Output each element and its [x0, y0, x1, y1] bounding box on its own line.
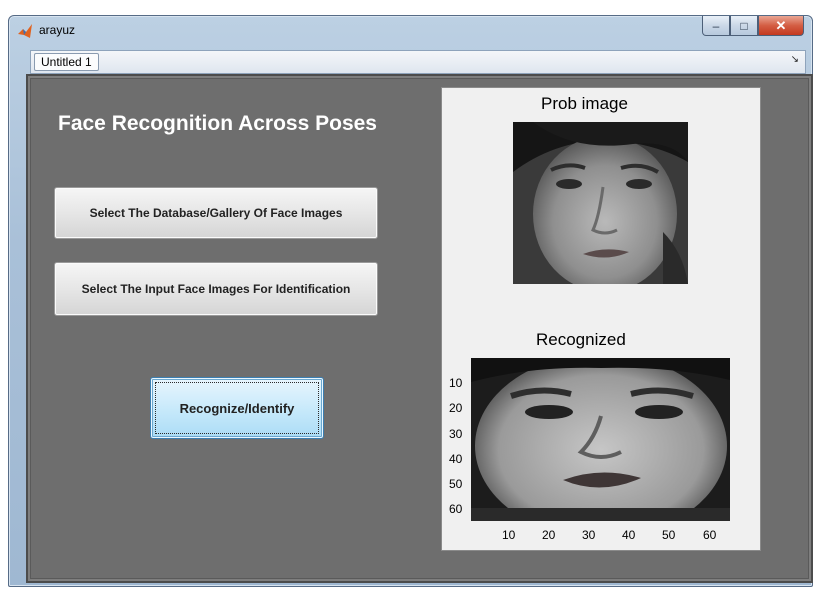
document-tab-strip: Untitled 1 ↘ [30, 50, 806, 74]
y-tick-label: 20 [449, 401, 463, 415]
x-tick-label: 40 [622, 528, 636, 542]
select-database-button[interactable]: Select The Database/Gallery Of Face Imag… [54, 187, 378, 239]
maximize-icon: □ [740, 18, 748, 33]
title-bar[interactable]: arayuz – □ ✕ [9, 16, 812, 46]
dock-arrow-icon[interactable]: ↘ [791, 54, 799, 65]
recognized-image-title: Recognized [536, 330, 626, 349]
x-tick-label: 10 [502, 528, 516, 542]
maximize-button[interactable]: □ [730, 16, 758, 36]
recognize-button[interactable]: Recognize/Identify [150, 377, 324, 439]
window-title: arayuz [39, 23, 76, 37]
y-tick-label: 40 [449, 452, 463, 466]
y-tick-label: 10 [449, 376, 463, 390]
probe-image-title: Prob image [541, 94, 628, 113]
tab-untitled-1[interactable]: Untitled 1 [34, 53, 99, 71]
x-tick-label: 50 [662, 528, 676, 542]
probe-face-image [513, 122, 688, 284]
minimize-icon: – [712, 18, 720, 33]
x-tick-label: 30 [582, 528, 596, 542]
minimize-button[interactable]: – [702, 16, 730, 36]
window-controls: – □ ✕ [702, 16, 804, 38]
x-tick-label: 20 [542, 528, 556, 542]
y-tick-label: 50 [449, 477, 463, 491]
y-tick-label: 60 [449, 502, 463, 516]
close-button[interactable]: ✕ [758, 16, 804, 36]
x-tick-label: 60 [703, 528, 717, 542]
y-tick-label: 30 [449, 427, 463, 441]
figure-title: Face Recognition Across Poses [58, 112, 377, 135]
select-input-button[interactable]: Select The Input Face Images For Identif… [54, 262, 378, 316]
matlab-logo-icon [18, 24, 32, 38]
recognized-face-image [471, 358, 730, 521]
close-icon: ✕ [775, 17, 787, 33]
